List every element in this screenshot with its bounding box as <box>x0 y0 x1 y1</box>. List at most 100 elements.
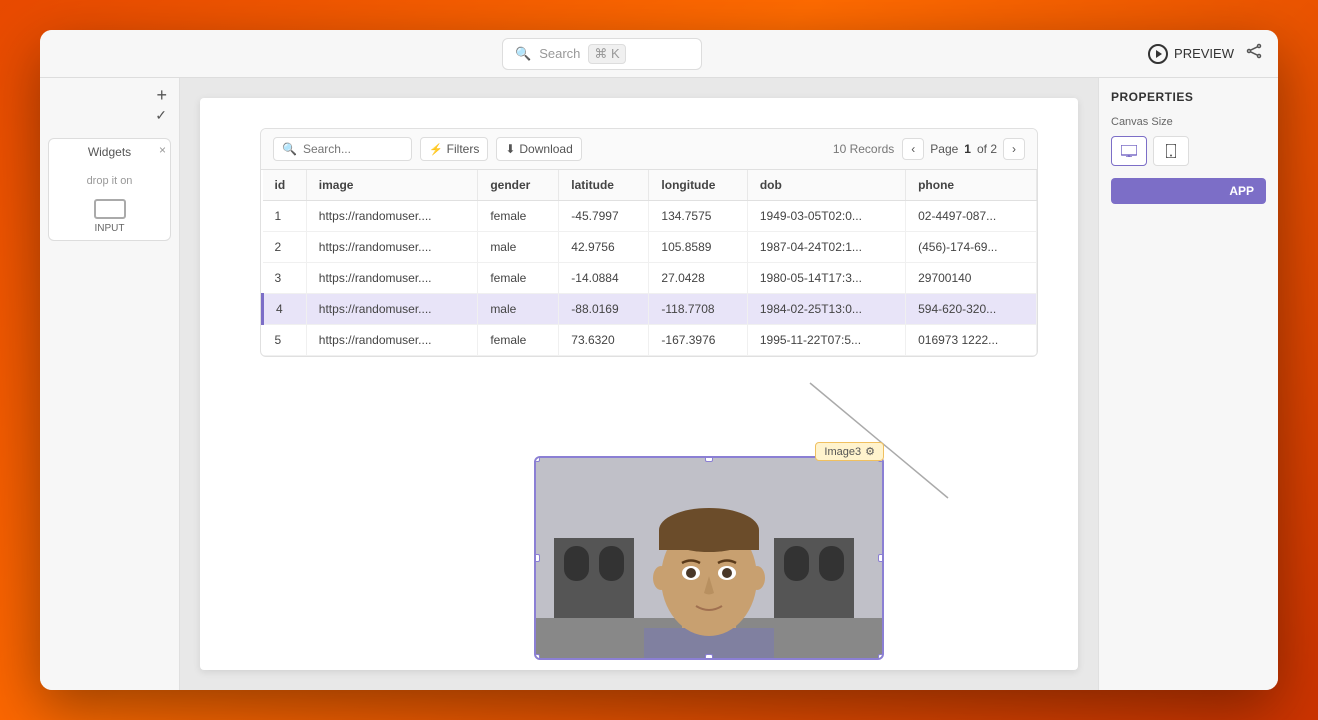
table-cell: 27.0428 <box>649 263 747 294</box>
top-bar: 🔍 Search ⌘ K PREVIEW <box>40 30 1278 78</box>
table-toolbar-right: 10 Records ‹ Page 1 of 2 › <box>833 138 1025 160</box>
resize-handle-mid-right[interactable] <box>878 554 884 562</box>
canvas-size-buttons <box>1111 136 1266 166</box>
table-cell: female <box>478 325 559 356</box>
widgets-section: × Widgets drop it on INPUT <box>40 130 179 249</box>
input-widget-label: INPUT <box>95 223 125 234</box>
table-cell: https://randomuser.... <box>306 232 478 263</box>
top-bar-center: 🔍 Search ⌘ K <box>502 38 702 70</box>
table-cell: 1949-03-05T02:0... <box>747 201 905 232</box>
search-shortcut: ⌘ K <box>588 44 625 64</box>
search-box[interactable]: 🔍 Search ⌘ K <box>502 38 702 70</box>
main-window: 🔍 Search ⌘ K PREVIEW <box>40 30 1278 690</box>
preview-icon <box>1148 44 1168 64</box>
table-cell: 016973 1222... <box>906 325 1037 356</box>
search-placeholder: Search <box>539 46 580 61</box>
apply-button[interactable]: APP <box>1111 178 1266 204</box>
search-icon: 🔍 <box>515 46 531 62</box>
total-pages: of 2 <box>977 142 997 156</box>
records-count: 10 Records <box>833 142 894 156</box>
table-cell: 134.7575 <box>649 201 747 232</box>
filter-label: Filters <box>447 142 480 156</box>
table-cell: 594-620-320... <box>906 294 1037 325</box>
col-header-image: image <box>306 170 478 201</box>
properties-title: PROPERTIES <box>1111 90 1266 104</box>
table-cell: 42.9756 <box>559 232 649 263</box>
table-cell: 5 <box>263 325 307 356</box>
left-sidebar: + ✓ × Widgets drop it on INPUT <box>40 78 180 690</box>
desktop-size-button[interactable] <box>1111 136 1147 166</box>
col-header-dob: dob <box>747 170 905 201</box>
desktop-icon <box>1121 145 1137 157</box>
table-cell: 1980-05-14T17:3... <box>747 263 905 294</box>
check-button[interactable]: ✓ <box>155 108 167 122</box>
table-cell: female <box>478 263 559 294</box>
table-cell: -88.0169 <box>559 294 649 325</box>
table-cell: https://randomuser.... <box>306 294 478 325</box>
sidebar-top-actions: + ✓ <box>155 86 179 122</box>
table-cell: male <box>478 232 559 263</box>
table-cell: 2 <box>263 232 307 263</box>
filter-button[interactable]: ⚡ Filters <box>420 137 488 161</box>
mobile-size-button[interactable] <box>1153 136 1189 166</box>
table-cell: male <box>478 294 559 325</box>
table-cell: female <box>478 201 559 232</box>
table-header-row: id image gender latitude longitude dob p… <box>263 170 1037 201</box>
table-row[interactable]: 5https://randomuser....female73.6320-167… <box>263 325 1037 356</box>
download-icon: ⬇ <box>505 142 515 156</box>
resize-handle-bot-center[interactable] <box>705 654 713 660</box>
table-cell: -118.7708 <box>649 294 747 325</box>
image-label: Image3 <box>824 446 861 458</box>
preview-button[interactable]: PREVIEW <box>1148 44 1234 64</box>
image-component: Image3 ⚙ <box>534 456 884 660</box>
filter-icon: ⚡ <box>429 143 443 156</box>
col-header-id: id <box>263 170 307 201</box>
col-header-gender: gender <box>478 170 559 201</box>
table-row[interactable]: 2https://randomuser....male42.9756105.85… <box>263 232 1037 263</box>
table-search-input[interactable] <box>303 142 403 156</box>
table-cell: 105.8589 <box>649 232 747 263</box>
table-cell: 02-4497-087... <box>906 201 1037 232</box>
widgets-label: Widgets <box>59 145 160 159</box>
table-row[interactable]: 4https://randomuser....male-88.0169-118.… <box>263 294 1037 325</box>
right-sidebar: PROPERTIES Canvas Size APP <box>1098 78 1278 690</box>
add-button[interactable]: + <box>156 86 167 104</box>
table-cell: 1 <box>263 201 307 232</box>
next-page-button[interactable]: › <box>1003 138 1025 160</box>
preview-label: PREVIEW <box>1174 46 1234 61</box>
table-cell: 3 <box>263 263 307 294</box>
download-label: Download <box>519 142 572 156</box>
table-cell: https://randomuser.... <box>306 263 478 294</box>
col-header-latitude: latitude <box>559 170 649 201</box>
image-frame[interactable] <box>534 456 884 660</box>
resize-handle-bot-left[interactable] <box>534 654 540 660</box>
table-cell: 73.6320 <box>559 325 649 356</box>
top-bar-right: PREVIEW <box>1148 43 1262 64</box>
current-page: 1 <box>964 142 971 156</box>
download-button[interactable]: ⬇ Download <box>496 137 581 161</box>
canvas: 🔍 ⚡ Filters ⬇ Download <box>200 98 1078 670</box>
page-label: Page <box>930 142 958 156</box>
resize-handle-bot-right[interactable] <box>878 654 884 660</box>
table-widget: 🔍 ⚡ Filters ⬇ Download <box>260 128 1038 357</box>
image-settings-icon[interactable]: ⚙ <box>865 445 875 458</box>
table-search[interactable]: 🔍 <box>273 137 412 161</box>
share-icon[interactable] <box>1246 43 1262 64</box>
table-search-icon: 🔍 <box>282 142 297 156</box>
resize-handle-top-left[interactable] <box>534 456 540 462</box>
resize-handle-top-center[interactable] <box>705 456 713 462</box>
drop-hint: drop it on <box>59 175 160 187</box>
pagination: ‹ Page 1 of 2 › <box>902 138 1025 160</box>
table-cell: -167.3976 <box>649 325 747 356</box>
table-cell: (456)-174-69... <box>906 232 1037 263</box>
widgets-close-button[interactable]: × <box>159 143 166 157</box>
data-table: id image gender latitude longitude dob p… <box>261 170 1037 356</box>
table-cell: 1987-04-24T02:1... <box>747 232 905 263</box>
prev-page-button[interactable]: ‹ <box>902 138 924 160</box>
image-label-tag: Image3 ⚙ <box>815 442 884 461</box>
table-row[interactable]: 3https://randomuser....female-14.088427.… <box>263 263 1037 294</box>
widgets-panel: × Widgets drop it on INPUT <box>48 138 171 241</box>
resize-handle-mid-left[interactable] <box>534 554 540 562</box>
table-row[interactable]: 1https://randomuser....female-45.7997134… <box>263 201 1037 232</box>
table-cell: -45.7997 <box>559 201 649 232</box>
